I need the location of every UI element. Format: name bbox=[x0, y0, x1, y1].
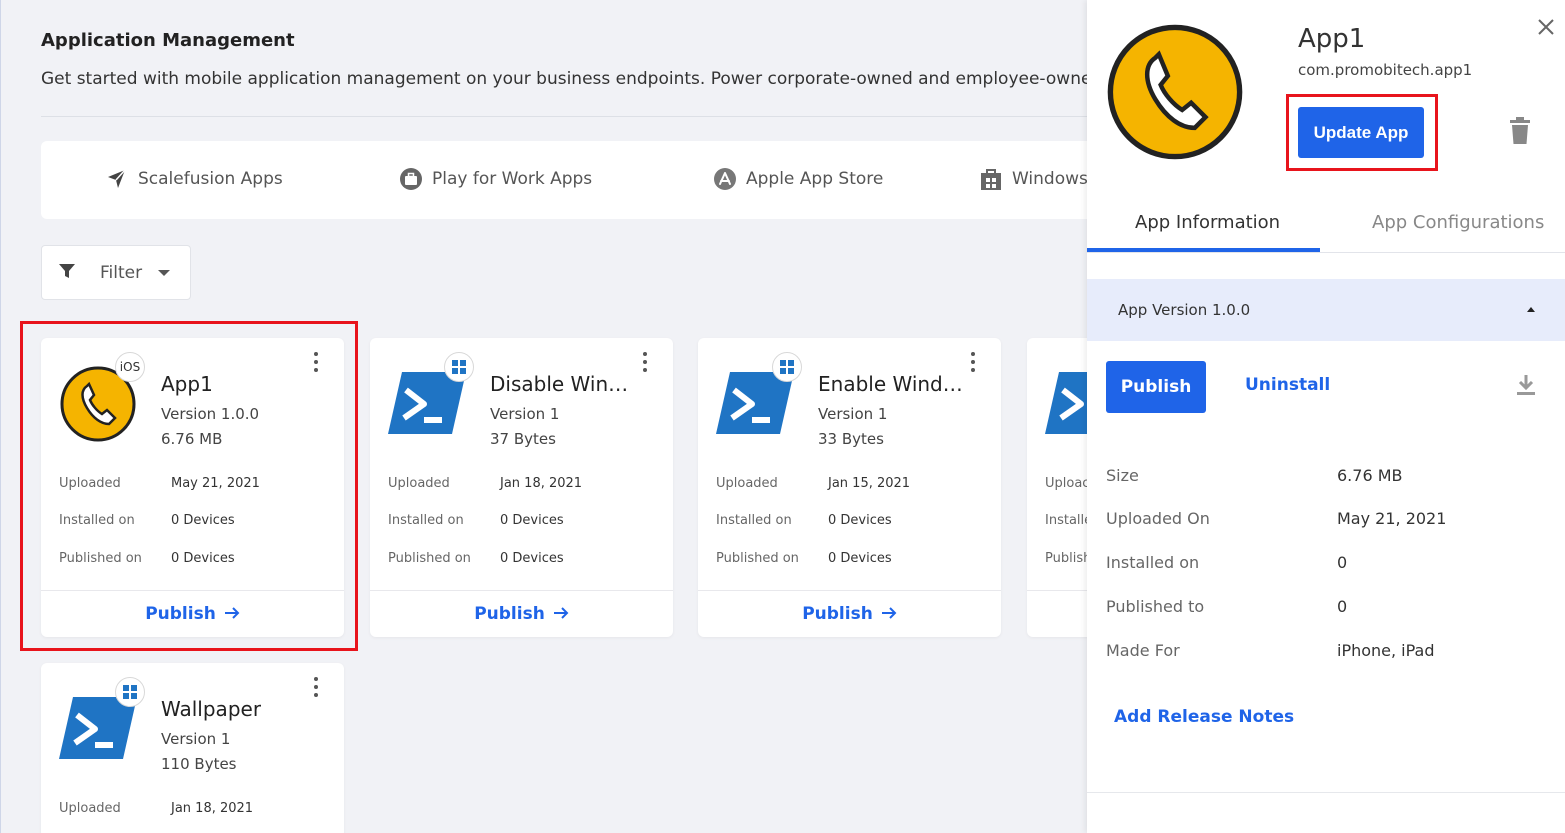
app-version: Version 1 bbox=[818, 405, 888, 423]
chevron-up-icon bbox=[1527, 307, 1535, 312]
filter-icon bbox=[58, 262, 76, 284]
download-icon[interactable] bbox=[1517, 374, 1535, 396]
published-label: Publish bbox=[1045, 551, 1092, 566]
app-name: Wallpaper bbox=[161, 697, 262, 721]
divider bbox=[1087, 792, 1565, 793]
info-made-for-value: iPhone, iPad bbox=[1337, 641, 1435, 660]
divider bbox=[41, 116, 1101, 117]
app-card-wallpaper[interactable]: Wallpaper Version 1 110 Bytes Uploaded J… bbox=[41, 663, 344, 833]
installed-label: Installed on bbox=[716, 513, 792, 528]
page-title: Application Management bbox=[41, 30, 295, 51]
windows-store-icon bbox=[979, 167, 1003, 191]
app-size: 110 Bytes bbox=[161, 755, 237, 773]
app-version-header[interactable]: App Version 1.0.0 bbox=[1087, 279, 1565, 341]
app-version: Version 1 bbox=[161, 730, 231, 748]
scalefusion-icon bbox=[105, 167, 129, 191]
installed-value: 0 Devices bbox=[500, 513, 564, 528]
tab-label: Scalefusion Apps bbox=[138, 169, 283, 189]
add-release-notes-link[interactable]: Add Release Notes bbox=[1114, 707, 1294, 727]
windows-badge-icon bbox=[444, 352, 474, 382]
update-app-button[interactable]: Update App bbox=[1298, 107, 1424, 158]
store-tabs: Scalefusion Apps Play for Work Apps Appl… bbox=[41, 141, 1121, 219]
more-options-icon[interactable] bbox=[969, 352, 977, 372]
more-options-icon[interactable] bbox=[312, 677, 320, 697]
tab-apple-app-store[interactable]: Apple App Store bbox=[713, 167, 883, 191]
tab-play-for-work-apps[interactable]: Play for Work Apps bbox=[399, 167, 592, 191]
uploaded-label: Uploac bbox=[1045, 476, 1090, 491]
uploaded-label: Uploaded bbox=[716, 476, 778, 491]
tab-windows[interactable]: Windows bbox=[979, 167, 1088, 191]
installed-label: Installe bbox=[1045, 513, 1093, 528]
filter-label: Filter bbox=[100, 262, 143, 283]
published-value: 0 Devices bbox=[828, 551, 892, 566]
app-size: 37 Bytes bbox=[490, 430, 556, 448]
arrow-right-icon bbox=[881, 604, 897, 624]
active-tab-indicator bbox=[1087, 248, 1320, 252]
bundle-id: com.promobitech.app1 bbox=[1298, 61, 1473, 79]
arrow-right-icon bbox=[553, 604, 569, 624]
app-card-enable-windows[interactable]: Enable Wind… Version 1 33 Bytes Uploaded… bbox=[698, 338, 1001, 637]
app-title: App1 bbox=[1298, 24, 1366, 54]
app-store-icon bbox=[713, 167, 737, 191]
tab-label: Windows bbox=[1012, 169, 1088, 189]
app-name: Disable Win… bbox=[490, 372, 629, 396]
filter-dropdown[interactable]: Filter bbox=[41, 245, 191, 300]
uploaded-value: Jan 18, 2021 bbox=[171, 801, 254, 816]
phone-app-icon bbox=[1105, 22, 1245, 162]
publish-link[interactable]: Publish bbox=[698, 590, 1001, 637]
tab-label: Play for Work Apps bbox=[432, 169, 593, 189]
app-version: Version 1 bbox=[490, 405, 560, 423]
publish-link[interactable]: Publish bbox=[370, 590, 673, 637]
close-icon[interactable] bbox=[1535, 16, 1557, 38]
info-made-for-label: Made For bbox=[1106, 641, 1180, 660]
info-size-label: Size bbox=[1106, 466, 1139, 485]
uninstall-link[interactable]: Uninstall bbox=[1245, 375, 1330, 395]
tab-app-configurations[interactable]: App Configurations bbox=[1372, 212, 1544, 233]
info-published-label: Published to bbox=[1106, 597, 1205, 616]
app-details-panel: App1 com.promobitech.app1 Update App App… bbox=[1087, 0, 1565, 833]
installed-label: Installed on bbox=[388, 513, 464, 528]
published-label: Published on bbox=[388, 551, 471, 566]
chevron-down-icon bbox=[158, 269, 171, 276]
panel-tabs: App Information App Configurations bbox=[1087, 200, 1565, 253]
tab-app-information[interactable]: App Information bbox=[1135, 212, 1280, 233]
app-size: 33 Bytes bbox=[818, 430, 884, 448]
info-size-value: 6.76 MB bbox=[1337, 466, 1403, 485]
published-label: Published on bbox=[716, 551, 799, 566]
page-description: Get started with mobile application mana… bbox=[41, 69, 1103, 89]
publish-label: Publish bbox=[474, 604, 545, 624]
info-installed-label: Installed on bbox=[1106, 553, 1200, 572]
trash-icon[interactable] bbox=[1508, 117, 1532, 145]
info-uploaded-value: May 21, 2021 bbox=[1337, 509, 1447, 528]
windows-badge-icon bbox=[115, 677, 145, 707]
app-card-disable-windows[interactable]: Disable Win… Version 1 37 Bytes Uploaded… bbox=[370, 338, 673, 637]
published-value: 0 Devices bbox=[500, 551, 564, 566]
tab-scalefusion-apps[interactable]: Scalefusion Apps bbox=[105, 167, 283, 191]
windows-badge-icon bbox=[772, 352, 802, 382]
info-published-value: 0 bbox=[1337, 597, 1348, 616]
tab-label: Apple App Store bbox=[746, 169, 884, 189]
highlight-box bbox=[20, 321, 358, 651]
uploaded-value: Jan 18, 2021 bbox=[500, 476, 583, 491]
uploaded-label: Uploaded bbox=[388, 476, 450, 491]
publish-button[interactable]: Publish bbox=[1106, 361, 1206, 413]
app-name: Enable Wind… bbox=[818, 372, 963, 396]
version-label: App Version 1.0.0 bbox=[1118, 301, 1251, 319]
installed-value: 0 Devices bbox=[828, 513, 892, 528]
publish-label: Publish bbox=[802, 604, 873, 624]
uploaded-value: Jan 15, 2021 bbox=[828, 476, 911, 491]
more-options-icon[interactable] bbox=[641, 352, 649, 372]
briefcase-icon bbox=[399, 167, 423, 191]
info-installed-value: 0 bbox=[1337, 553, 1348, 572]
info-uploaded-label: Uploaded On bbox=[1106, 509, 1210, 528]
uploaded-label: Uploaded bbox=[59, 801, 121, 816]
